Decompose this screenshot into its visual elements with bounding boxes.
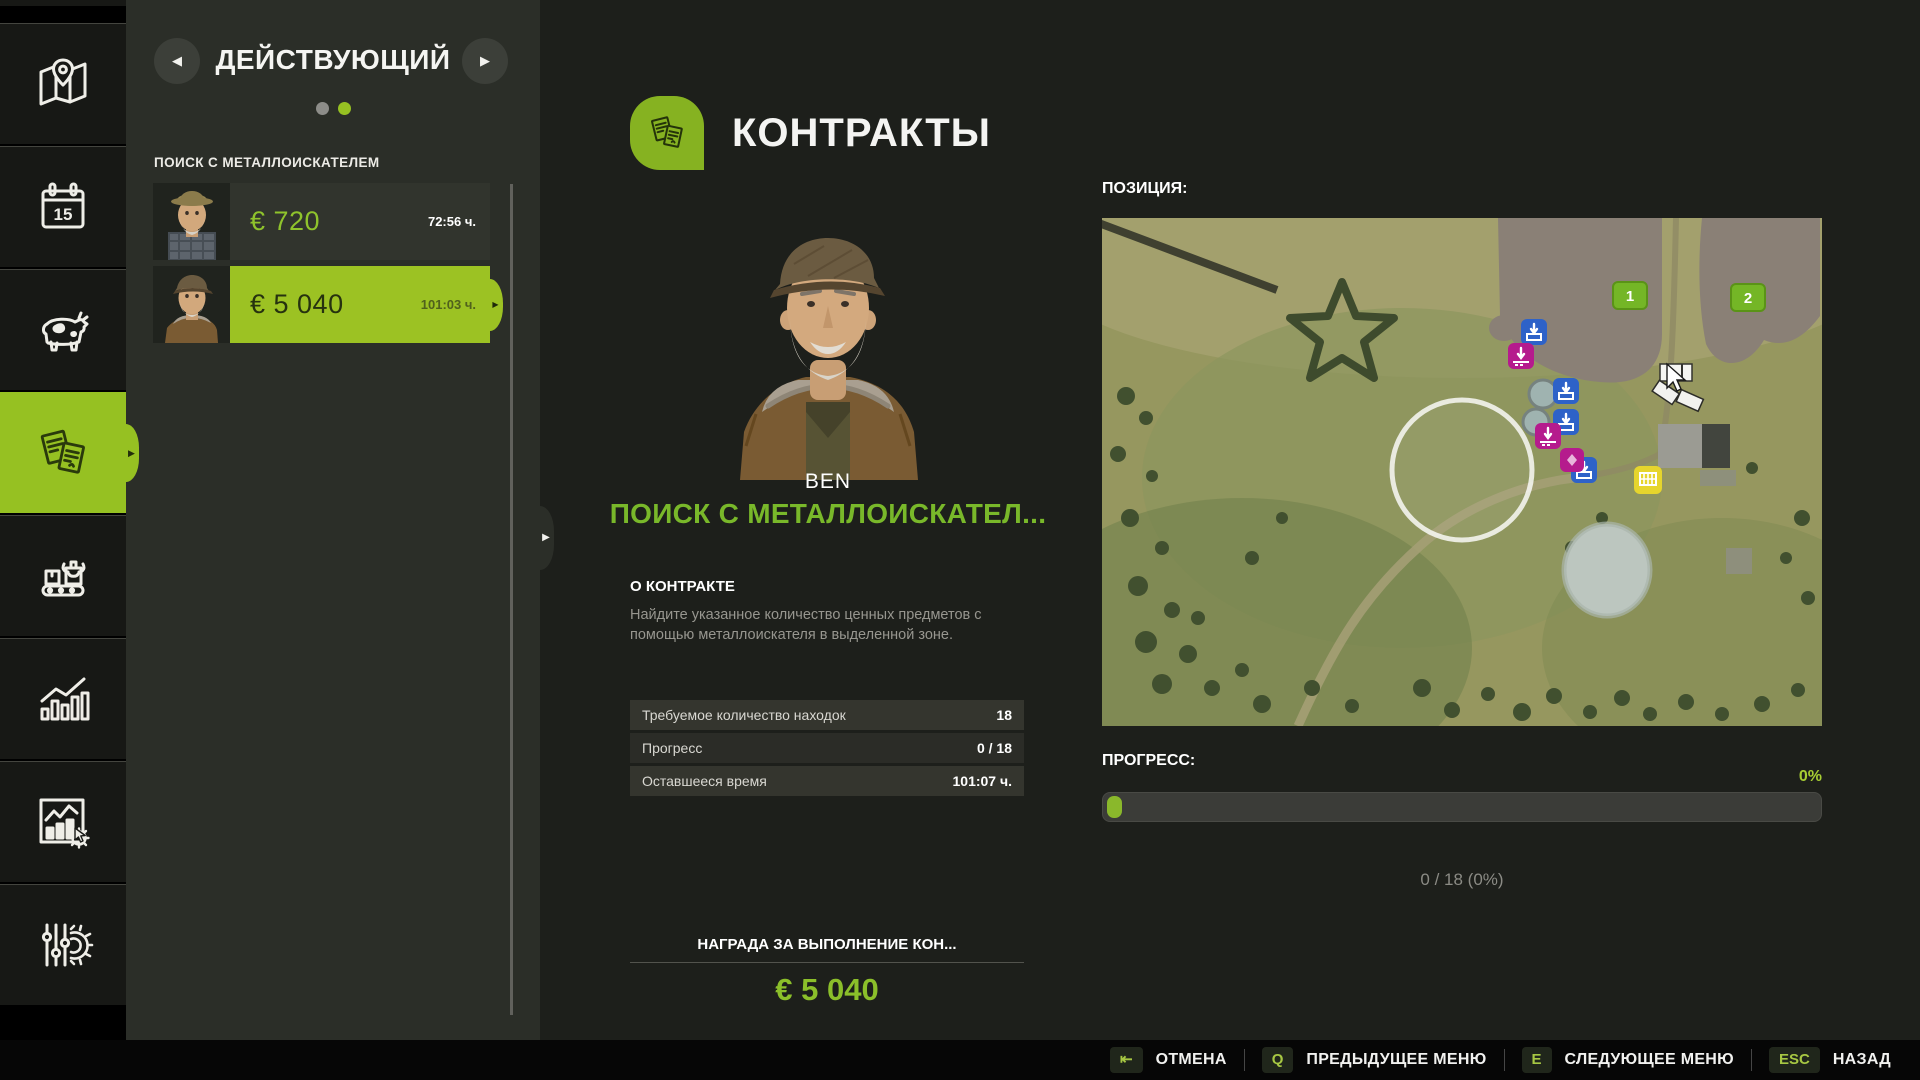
contract-list-item-selected[interactable]: € 5 040 101:03 ч. ▶	[153, 266, 490, 343]
table-row: Прогресс 0 / 18	[630, 733, 1024, 763]
finances-chart-gear-icon	[31, 790, 95, 854]
calendar-icon: 15	[31, 175, 95, 239]
npc-portrait	[722, 180, 934, 480]
svg-text:1: 1	[1626, 288, 1634, 305]
sidebar-item-contracts[interactable]: ▶	[0, 392, 126, 513]
page-dot-active[interactable]	[338, 102, 351, 115]
q-key: Q	[1262, 1047, 1294, 1074]
svg-text:15: 15	[54, 205, 73, 224]
detail-value: 0 / 18	[977, 740, 1012, 756]
contract-time-left: 101:03 ч.	[421, 297, 476, 312]
contracts-icon	[31, 421, 95, 485]
progress-fraction: 0 / 18 (0%)	[1102, 870, 1822, 890]
next-menu-action[interactable]: E СЛЕДУЮЩЕЕ МЕНЮ	[1505, 1047, 1751, 1074]
contract-detail-pane: КОНТРАКТЫ	[540, 0, 1920, 1040]
next-category-button[interactable]: ▶	[462, 38, 508, 84]
sidebar-item-production[interactable]	[0, 515, 126, 636]
detail-label: Оставшееся время	[642, 773, 767, 789]
contract-reward: € 5 040	[250, 289, 344, 320]
e-key: E	[1522, 1047, 1552, 1074]
back-action[interactable]: ESC НАЗАД	[1752, 1047, 1908, 1074]
previous-menu-action[interactable]: Q ПРЕДЫДУЩЕЕ МЕНЮ	[1245, 1047, 1504, 1074]
contract-list-item[interactable]: € 720 72:56 ч.	[153, 183, 490, 260]
statistics-icon	[31, 667, 95, 731]
production-icon	[31, 544, 95, 608]
detail-value: 18	[996, 707, 1012, 723]
contract-area-map: 1 2	[1102, 218, 1822, 726]
cow-icon	[31, 298, 95, 362]
detail-label: Требуемое количество находок	[642, 707, 846, 723]
sidebar-item-statistics[interactable]	[0, 638, 126, 759]
detail-value: 101:07 ч.	[953, 773, 1013, 789]
list-header: ◀ ДЕЙСТВУЮЩИЙ ▶	[126, 0, 540, 118]
page-dot[interactable]	[316, 102, 329, 115]
reward-value: € 5 040	[630, 972, 1024, 1008]
reward-heading: НАГРАДА ЗА ВЫПОЛНЕНИЕ КОН...	[630, 936, 1024, 963]
contracts-page-icon	[630, 96, 704, 170]
contract-title: ПОИСК С МЕТАЛЛОИСКАТЕЛ...	[578, 498, 1078, 530]
progress-bar	[1102, 792, 1822, 822]
progress-label: ПРОГРЕСС:	[1102, 752, 1195, 770]
sidebar-item-finances[interactable]	[0, 761, 126, 882]
list-scrollbar[interactable]	[510, 184, 513, 1015]
table-row: Оставшееся время 101:07 ч.	[630, 766, 1024, 796]
progress-percent: 0%	[1422, 768, 1822, 786]
sidebar: 15	[0, 0, 126, 1040]
selected-item-marker: ▶	[490, 279, 503, 331]
sidebar-item-partial	[0, 0, 126, 8]
esc-key: ESC	[1769, 1047, 1820, 1074]
sidebar-item-animals[interactable]	[0, 269, 126, 390]
npc-name: BEN	[628, 470, 1028, 494]
progress-bar-fill	[1107, 796, 1122, 818]
field-label-2: 2	[1731, 284, 1765, 311]
contracts-screen: 15	[0, 0, 1920, 1080]
map-icon	[31, 52, 95, 116]
contract-details-table: Требуемое количество находок 18 Прогресс…	[630, 700, 1024, 799]
backspace-key-icon: ⇤	[1110, 1047, 1143, 1074]
right-arrow-icon: ▶	[480, 53, 490, 69]
page-title: КОНТРАКТЫ	[732, 111, 991, 156]
settings-sliders-gear-icon	[31, 913, 95, 977]
contract-reward: € 720	[250, 206, 320, 237]
sidebar-item-calendar[interactable]: 15	[0, 146, 126, 267]
about-text: Найдите указанное количество ценных пред…	[630, 606, 1030, 645]
hotkey-bar: ⇤ ОТМЕНА Q ПРЕДЫДУЩЕЕ МЕНЮ E СЛЕДУЮЩЕЕ М…	[0, 1040, 1920, 1080]
cancel-action[interactable]: ⇤ ОТМЕНА	[1093, 1047, 1244, 1074]
contract-list-panel: ◀ ДЕЙСТВУЮЩИЙ ▶ ПОИСК С МЕТАЛЛОИСКАТЕЛЕМ	[126, 0, 540, 1040]
svg-text:2: 2	[1744, 290, 1752, 307]
expand-arrow-icon: ▶	[542, 533, 550, 543]
contract-summary: € 5 040 101:03 ч.	[230, 266, 490, 343]
sidebar-item-map[interactable]	[0, 23, 126, 144]
detail-label: Прогресс	[642, 740, 702, 756]
map-marker-yellow	[1634, 466, 1662, 494]
about-heading: О КОНТРАКТЕ	[630, 578, 735, 595]
npc-avatar	[153, 183, 230, 260]
sidebar-item-settings[interactable]	[0, 884, 126, 1005]
contract-summary: € 720 72:56 ч.	[230, 183, 490, 260]
contract-type-label: ПОИСК С МЕТАЛЛОИСКАТЕЛЕМ	[154, 155, 380, 170]
table-row: Требуемое количество находок 18	[630, 700, 1024, 730]
page-header: КОНТРАКТЫ	[630, 84, 991, 183]
contract-time-left: 72:56 ч.	[428, 214, 476, 229]
pager-dots	[126, 102, 540, 115]
npc-avatar	[153, 266, 230, 343]
position-label: ПОЗИЦИЯ:	[1102, 180, 1187, 198]
field-label-1: 1	[1613, 282, 1647, 309]
